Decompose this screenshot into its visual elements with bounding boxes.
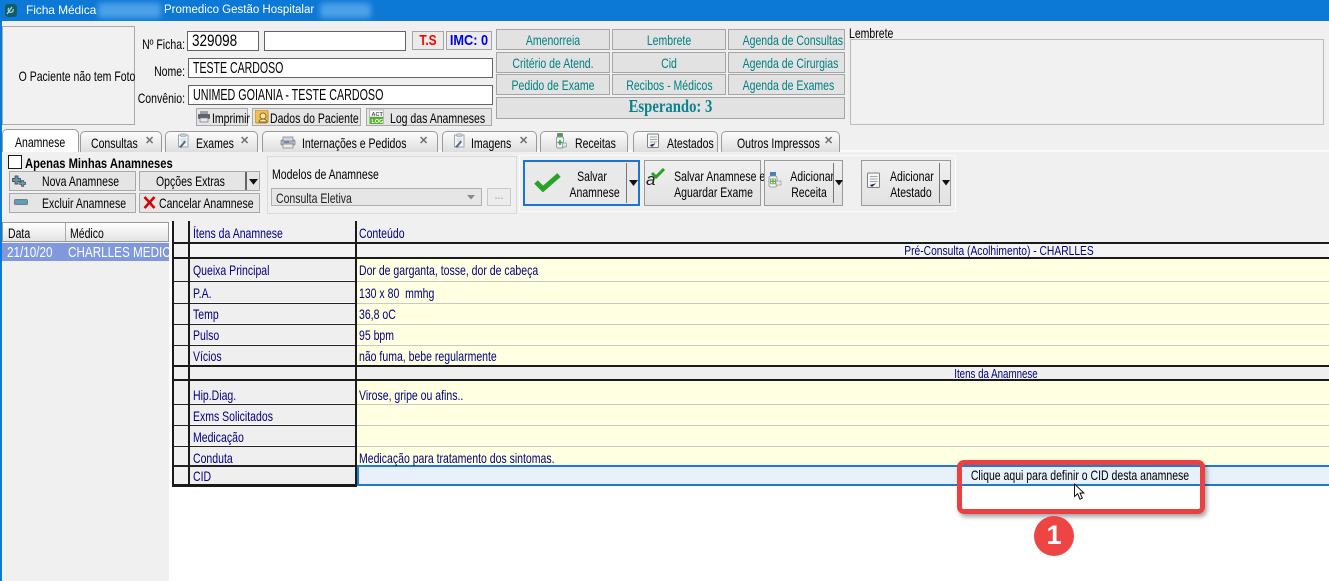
- svg-text:LOG: LOG: [372, 119, 384, 125]
